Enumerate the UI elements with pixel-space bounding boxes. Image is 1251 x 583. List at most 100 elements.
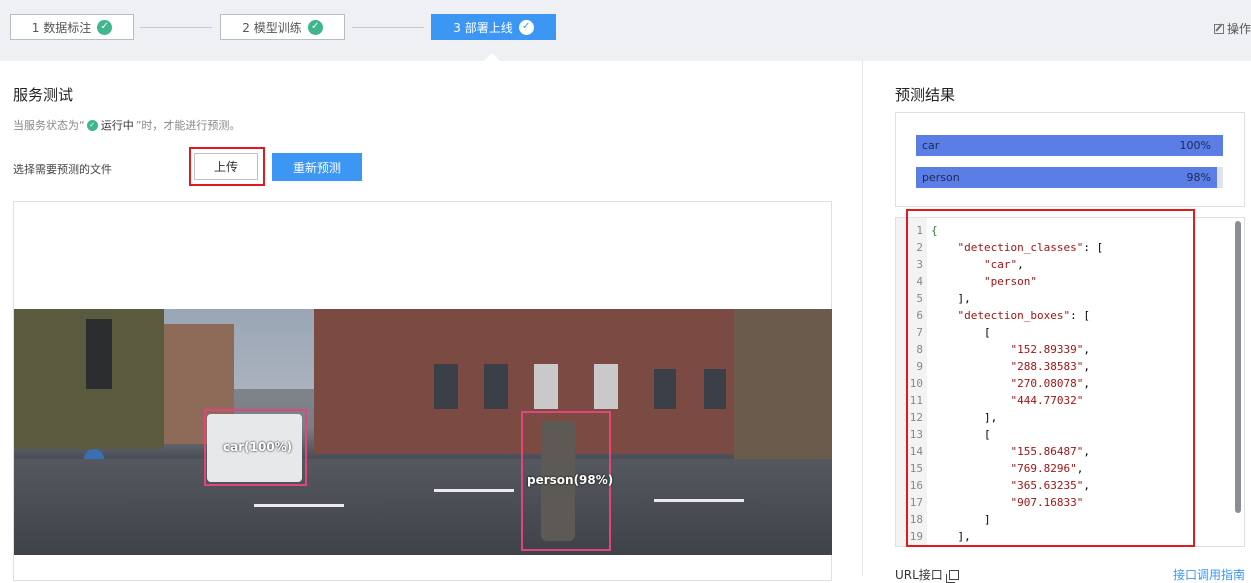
lane-marking [254, 504, 344, 507]
line-number: 5 [916, 292, 923, 305]
code-text: "155.86487", [1010, 445, 1090, 458]
line-number: 14 [909, 445, 923, 458]
code-line: 13 [ [896, 426, 1103, 443]
window [434, 364, 458, 409]
hint-suffix: ”时，才能进行预测。 [135, 119, 241, 132]
window [484, 364, 508, 409]
step-deploy[interactable]: 3 部署上线 ✓ [431, 14, 556, 40]
code-line: 7 [ [896, 324, 1103, 341]
code-text: "detection_boxes": [ [957, 309, 1090, 322]
hint-prefix: 当服务状态为“ [13, 119, 85, 132]
line-number: 15 [909, 462, 923, 475]
detection-label-person: person(98%) [527, 473, 614, 487]
active-step-pointer [484, 53, 500, 61]
step-label: 3 部署上线 [453, 20, 513, 35]
line-number: 12 [909, 411, 923, 424]
url-label: URL接口 [895, 568, 943, 582]
running-label: 运行中 [100, 119, 134, 132]
prediction-image: car(100%) person(98%) [14, 309, 832, 555]
code-text: ] [931, 513, 991, 526]
running-status: ✓ 运行中 [86, 117, 134, 133]
code-text: "152.89339", [1010, 343, 1090, 356]
code-text: [ [931, 326, 991, 339]
service-test-title: 服务测试 [13, 86, 74, 104]
edit-icon [1213, 23, 1224, 34]
code-text: ], [931, 530, 971, 543]
line-number: 9 [916, 360, 923, 373]
prediction-result-title: 预测结果 [895, 86, 956, 104]
step-model-training[interactable]: 2 模型训练 ✓ [220, 14, 345, 40]
code-line: 3 "car", [896, 256, 1103, 273]
traffic-light [86, 319, 112, 389]
step-connector [140, 27, 212, 28]
code-line: 9 "288.38583", [896, 358, 1103, 375]
tree [734, 309, 832, 459]
line-number: 18 [909, 513, 923, 526]
code-text: "person" [983, 275, 1037, 288]
road [14, 459, 832, 555]
code-line: 5 ], [896, 290, 1103, 307]
upload-highlight: 上传 [189, 147, 265, 186]
json-result-viewer[interactable]: 1{ 2 "detection_classes": [ 3 "car", 4 "per… [895, 217, 1245, 547]
panel-divider [862, 61, 863, 576]
code-line: 6 "detection_boxes": [ [896, 307, 1103, 324]
window [534, 364, 558, 409]
code-text: ], [931, 411, 998, 424]
code-line: 8 "152.89339", [896, 341, 1103, 358]
repredict-button[interactable]: 重新预测 [272, 153, 362, 181]
code-line: 4 "person" [896, 273, 1103, 290]
code-text: "769.8296", [1010, 462, 1084, 475]
lane-marking [434, 489, 514, 492]
url-interface: URL接口 [895, 566, 959, 583]
code-text: "288.38583", [1010, 360, 1090, 373]
step-bar: 1 数据标注 ✓ 2 模型训练 ✓ 3 部署上线 ✓ 操作 [0, 0, 1251, 61]
json-code: 1{ 2 "detection_classes": [ 3 "car", 4 "per… [896, 222, 1103, 545]
line-number: 13 [909, 428, 923, 441]
code-scrollbar[interactable] [1235, 221, 1241, 513]
api-guide-link[interactable]: 接口调用指南 [1173, 566, 1245, 583]
bar-fill [916, 167, 1217, 188]
line-number: 11 [909, 394, 923, 407]
check-icon: ✓ [518, 19, 534, 35]
step-label: 1 数据标注 [31, 20, 92, 35]
code-text: [ [931, 428, 991, 441]
line-number: 10 [909, 377, 923, 390]
window [704, 369, 726, 409]
code-text: { [931, 224, 938, 237]
lane-marking [654, 499, 744, 502]
line-number: 16 [909, 479, 923, 492]
code-text: "444.77032" [1010, 394, 1084, 407]
bar-fill [916, 135, 1223, 156]
copy-icon[interactable] [945, 569, 959, 583]
line-number: 17 [909, 496, 923, 509]
upload-button[interactable]: 上传 [194, 153, 258, 180]
line-number: 6 [916, 309, 923, 322]
code-line: 10 "270.08078", [896, 375, 1103, 392]
code-text: "907.16833" [1010, 496, 1084, 509]
window [594, 364, 618, 409]
code-text: "270.08078", [1010, 377, 1090, 390]
code-line: 11 "444.77032" [896, 392, 1103, 409]
line-number: 8 [916, 343, 923, 356]
code-text: "detection_classes": [ [957, 241, 1104, 254]
line-number: 19 [909, 530, 923, 543]
line-number: 2 [916, 241, 923, 254]
code-line: 1{ [896, 222, 1103, 239]
ops-link[interactable]: 操作 [1213, 20, 1251, 37]
step-connector [352, 27, 424, 28]
ops-label: 操作 [1226, 22, 1251, 36]
step-label: 2 模型训练 [242, 20, 302, 35]
step-data-annotation[interactable]: 1 数据标注 ✓ [10, 14, 134, 40]
code-line: 18 ] [896, 511, 1103, 528]
code-line: 14 "155.86487", [896, 443, 1103, 460]
bar-percent: 100% [1179, 139, 1211, 152]
bar-class: person [922, 171, 960, 184]
prediction-bars: car 100% person 98% [895, 112, 1245, 207]
code-text: ], [931, 292, 971, 305]
line-number: 7 [916, 326, 923, 339]
bar-class: car [922, 139, 940, 152]
bar-percent: 98% [1186, 171, 1211, 184]
check-icon: ✓ [307, 19, 323, 35]
window [654, 369, 676, 409]
code-line: 12 ], [896, 409, 1103, 426]
